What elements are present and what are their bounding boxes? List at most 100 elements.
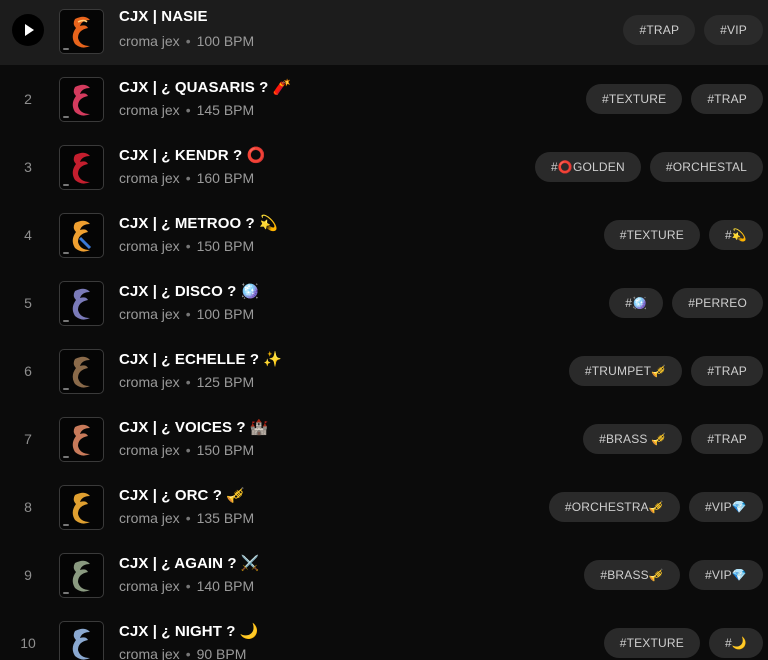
track-cover[interactable] [59, 9, 104, 54]
tag-list: #BRASS🎺 #VIP💎 [584, 560, 763, 590]
track-number: 9 [24, 567, 32, 583]
tag-list: #TRAP #VIP [623, 15, 763, 45]
track-meta: croma jex • 145 BPM [119, 102, 255, 118]
cover-logo-icon [72, 628, 90, 660]
artist-link[interactable]: croma jex [119, 33, 180, 49]
play-button[interactable] [12, 14, 44, 46]
track-cover[interactable] [59, 281, 104, 326]
tag-chip[interactable]: #⭕GOLDEN [534, 152, 641, 182]
track-row[interactable]: 5 CJX | ¿ DISCO ? 🪩 croma jex • 100 BPM #🪩… [0, 269, 768, 337]
track-cover[interactable] [59, 349, 104, 394]
tag-list: #ORCHESTRA🎺 #VIP💎 [548, 492, 763, 522]
track-number: 6 [24, 363, 32, 379]
tag-chip[interactable]: #🌙 [708, 628, 763, 658]
tag-list: #TEXTURE #TRAP [586, 84, 763, 114]
track-title[interactable]: CJX | ¿ ORC ? 🎺 [119, 486, 245, 504]
bpm-label: 140 BPM [196, 578, 255, 594]
track-meta: croma jex • 90 BPM [119, 646, 247, 660]
track-meta: croma jex • 135 BPM [119, 510, 255, 526]
tag-chip[interactable]: #TEXTURE [603, 628, 700, 658]
tag-list: #TEXTURE #🌙 [603, 628, 763, 658]
track-meta: croma jex • 100 BPM [119, 33, 255, 49]
track-list: CJX | NASIE croma jex • 100 BPM #TRAP #VIP… [0, 0, 768, 660]
track-cover[interactable] [59, 213, 104, 258]
track-cover[interactable] [59, 145, 104, 190]
track-title[interactable]: CJX | ¿ AGAIN ? ⚔️ [119, 554, 260, 572]
track-title[interactable]: CJX | ¿ QUASARIS ? 🧨 [119, 78, 291, 96]
track-cover[interactable] [59, 621, 104, 660]
tag-chip[interactable]: #TRUMPET🎺 [568, 356, 683, 386]
tag-chip[interactable]: #TRAP [691, 424, 763, 454]
track-title[interactable]: CJX | ¿ DISCO ? 🪩 [119, 282, 259, 300]
artist-link[interactable]: croma jex [119, 306, 180, 322]
track-number: 5 [24, 295, 32, 311]
track-row[interactable]: 10 CJX | ¿ NIGHT ? 🌙 croma jex • 90 BPM #T… [0, 609, 768, 660]
play-icon [25, 24, 34, 36]
track-row[interactable]: 4 CJX | ¿ METROO ? 💫 croma jex • 150 BPM #… [0, 201, 768, 269]
track-title[interactable]: CJX | ¿ ECHELLE ? ✨ [119, 350, 282, 368]
track-number: 2 [24, 91, 32, 107]
track-cover[interactable] [59, 417, 104, 462]
tag-chip[interactable]: #BRASS 🎺 [583, 424, 683, 454]
tag-chip[interactable]: #VIP [704, 15, 763, 45]
track-cover[interactable] [59, 77, 104, 122]
track-meta: croma jex • 100 BPM [119, 306, 255, 322]
tag-list: #🪩 #PERREO [609, 288, 763, 318]
track-row[interactable]: 9 CJX | ¿ AGAIN ? ⚔️ croma jex • 140 BPM #… [0, 541, 768, 609]
artist-link[interactable]: croma jex [119, 374, 180, 390]
track-cover[interactable] [59, 553, 104, 598]
bpm-label: 100 BPM [196, 306, 255, 322]
track-row[interactable]: 8 CJX | ¿ ORC ? 🎺 croma jex • 135 BPM #ORC… [0, 473, 768, 541]
track-meta: croma jex • 140 BPM [119, 578, 255, 594]
tag-chip[interactable]: #ORCHESTRA🎺 [548, 492, 681, 522]
track-row[interactable]: CJX | NASIE croma jex • 100 BPM #TRAP #VIP [0, 0, 768, 65]
artist-link[interactable]: croma jex [119, 238, 180, 254]
tag-chip[interactable]: #TRAP [691, 356, 763, 386]
artist-link[interactable]: croma jex [119, 578, 180, 594]
track-number: 8 [24, 499, 32, 515]
track-meta: croma jex • 160 BPM [119, 170, 255, 186]
tag-chip[interactable]: #🪩 [609, 288, 664, 318]
tag-chip[interactable]: #TRAP [623, 15, 696, 45]
track-cover[interactable] [59, 485, 104, 530]
tag-chip[interactable]: #ORCHESTAL [649, 152, 763, 182]
bpm-label: 135 BPM [196, 510, 255, 526]
bpm-label: 150 BPM [196, 442, 255, 458]
artist-link[interactable]: croma jex [119, 646, 180, 660]
artist-link[interactable]: croma jex [119, 170, 180, 186]
tag-chip[interactable]: #TEXTURE [586, 84, 683, 114]
bpm-label: 160 BPM [196, 170, 255, 186]
track-number: 7 [24, 431, 32, 447]
artist-link[interactable]: croma jex [119, 102, 180, 118]
tag-chip[interactable]: #TEXTURE [603, 220, 700, 250]
tag-chip[interactable]: #PERREO [672, 288, 763, 318]
track-title[interactable]: CJX | ¿ VOICES ? 🏰 [119, 418, 269, 436]
artist-link[interactable]: croma jex [119, 510, 180, 526]
track-row[interactable]: 3 CJX | ¿ KENDR ? ⭕ croma jex • 160 BPM #⭕… [0, 133, 768, 201]
tag-chip[interactable]: #TRAP [691, 84, 763, 114]
track-title[interactable]: CJX | ¿ METROO ? 💫 [119, 214, 278, 232]
track-title[interactable]: CJX | ¿ NIGHT ? 🌙 [119, 622, 259, 640]
bpm-label: 150 BPM [196, 238, 255, 254]
track-meta: croma jex • 150 BPM [119, 238, 255, 254]
bpm-label: 125 BPM [196, 374, 255, 390]
track-meta: croma jex • 125 BPM [119, 374, 255, 390]
bpm-label: 145 BPM [196, 102, 255, 118]
tag-chip[interactable]: #VIP💎 [689, 560, 763, 590]
bpm-label: 90 BPM [196, 646, 247, 660]
tag-list: #⭕GOLDEN #ORCHESTAL [534, 152, 763, 182]
tag-chip[interactable]: #💫 [708, 220, 763, 250]
bpm-label: 100 BPM [196, 33, 255, 49]
track-row[interactable]: 7 CJX | ¿ VOICES ? 🏰 croma jex • 150 BPM #… [0, 405, 768, 473]
tag-chip[interactable]: #VIP💎 [689, 492, 763, 522]
track-number: 3 [24, 159, 32, 175]
track-row[interactable]: 2 CJX | ¿ QUASARIS ? 🧨 croma jex • 145 BPM… [0, 65, 768, 133]
track-title[interactable]: CJX | NASIE [119, 8, 208, 25]
tag-list: #TEXTURE #💫 [603, 220, 763, 250]
track-number: 4 [24, 227, 32, 243]
tag-list: #BRASS 🎺 #TRAP [583, 424, 763, 454]
track-row[interactable]: 6 CJX | ¿ ECHELLE ? ✨ croma jex • 125 BPM … [0, 337, 768, 405]
track-title[interactable]: CJX | ¿ KENDR ? ⭕ [119, 146, 265, 164]
tag-chip[interactable]: #BRASS🎺 [584, 560, 681, 590]
artist-link[interactable]: croma jex [119, 442, 180, 458]
